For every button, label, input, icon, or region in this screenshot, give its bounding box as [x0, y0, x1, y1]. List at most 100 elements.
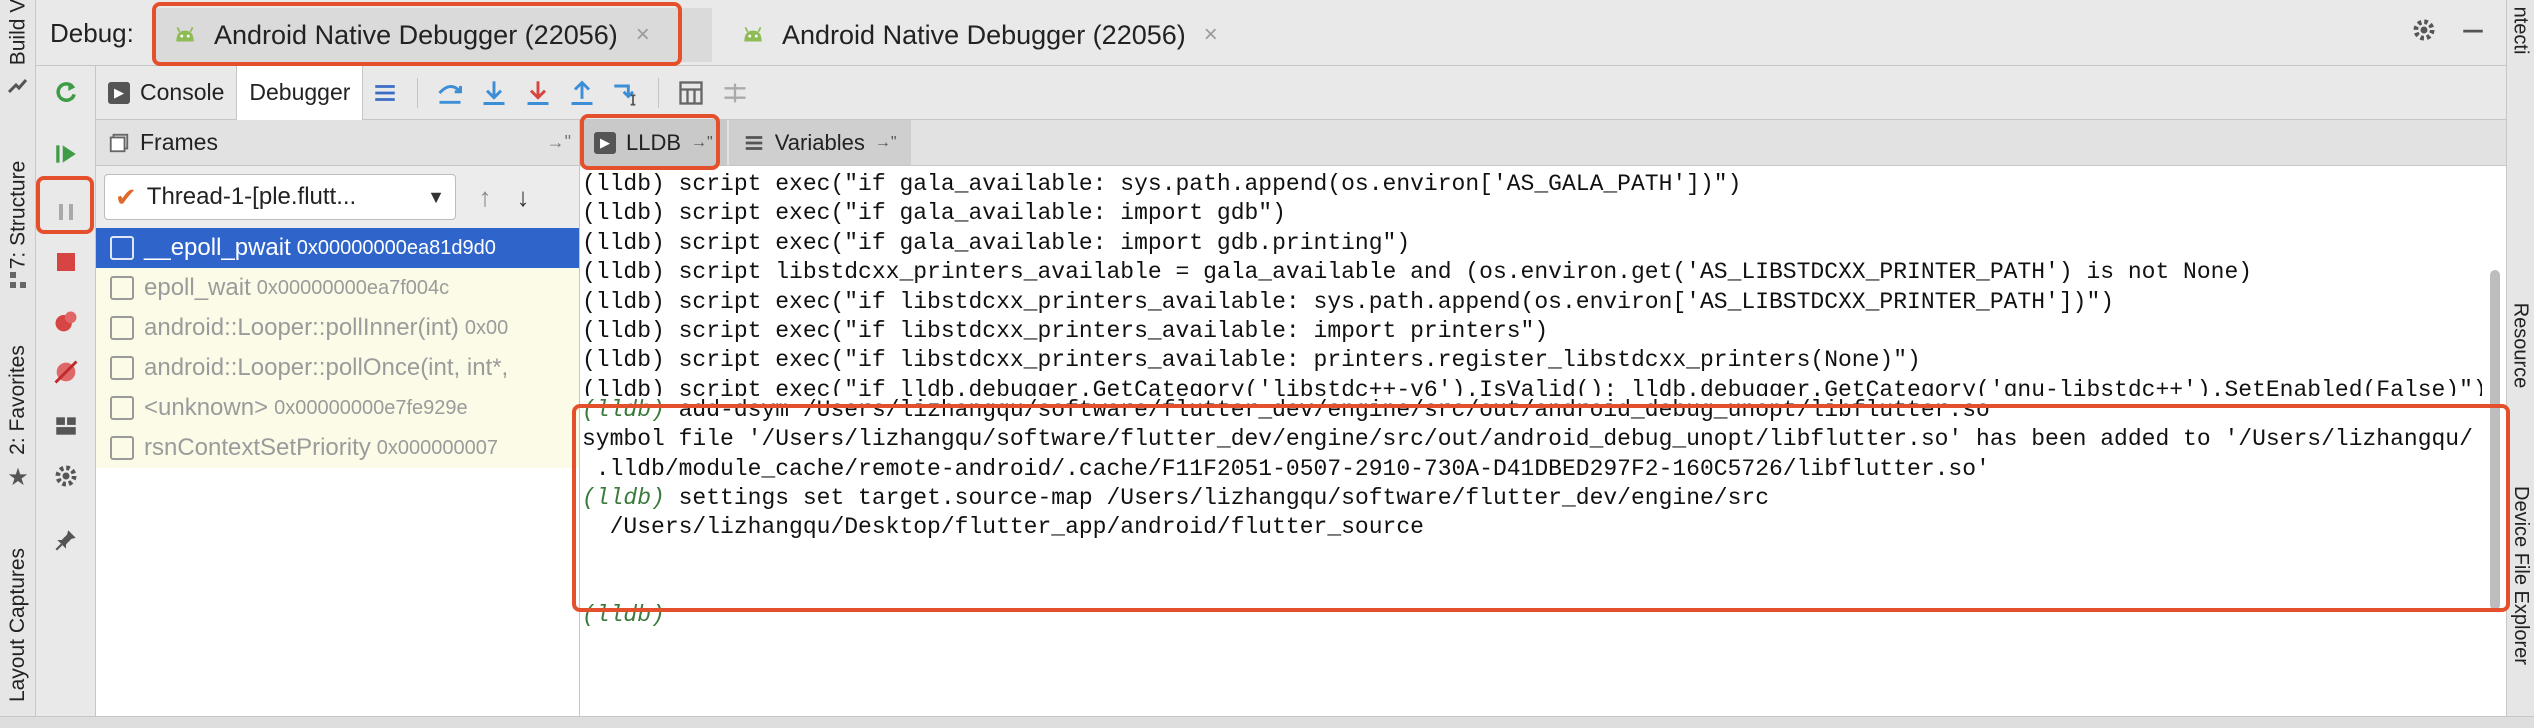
rerun-button[interactable]: [50, 76, 82, 108]
console-scrollbar[interactable]: [2490, 270, 2500, 610]
left-tool-strip: Build V 7: Structure 2: Favorites ★ Layo…: [0, 0, 36, 728]
tool-tab-device-file-explorer[interactable]: Device File Explorer: [2506, 440, 2534, 710]
force-step-into-button[interactable]: [516, 66, 560, 120]
run-to-cursor-button[interactable]: [604, 66, 648, 120]
trace-button[interactable]: [713, 66, 757, 120]
frame-up-button[interactable]: ↑: [466, 174, 504, 220]
view-breakpoints-button[interactable]: [50, 306, 82, 338]
session-tab-1[interactable]: Android Native Debugger (22056) ×: [154, 8, 712, 62]
console-line: /Users/lizhangqu/Desktop/flutter_app/and…: [582, 513, 2482, 542]
console-line: (lldb) script exec("if libstdcxx_printer…: [582, 288, 2482, 317]
tab-debugger-label: Debugger: [249, 79, 351, 105]
trace-icon: [724, 83, 746, 102]
step-into-icon: [483, 80, 505, 105]
tool-tab-favorites[interactable]: 2: Favorites: [0, 330, 36, 470]
bottom-status-strip: [0, 716, 2534, 728]
tool-tab-connection[interactable]: ntecti: [2506, 0, 2534, 60]
stop-icon: [57, 253, 75, 271]
frame-name: rsnContextSetPriority: [144, 434, 371, 461]
console-input-line[interactable]: (lldb): [582, 601, 2482, 630]
layout-button[interactable]: [50, 410, 82, 442]
tab-variables[interactable]: Variables →": [728, 120, 911, 165]
tool-tab-connection-label: ntecti: [2509, 6, 2532, 54]
pin-tab-icon[interactable]: →": [547, 132, 571, 153]
lldb-console-panel: ▶ LLDB →" Variables →" (lldb) script exe…: [580, 120, 2506, 716]
tool-tab-device-file-explorer-label: Device File Explorer: [2509, 485, 2532, 665]
frame-address: 0x00000000ea7f004c: [256, 276, 450, 299]
console-line-text: (lldb) script exec("if gala_available: s…: [582, 171, 1742, 197]
tab-lldb-label: LLDB: [626, 129, 682, 155]
tool-tab-build-label: Build V: [6, 0, 30, 66]
force-step-into-icon: [527, 80, 549, 105]
resume-button[interactable]: [50, 138, 82, 170]
frame-icon: [110, 356, 134, 380]
run-to-cursor-icon: [614, 84, 636, 106]
frames-list: __epoll_pwait 0x00000000ea81d9d0 epoll_w…: [96, 228, 579, 468]
tab-console[interactable]: ▶ Console: [96, 66, 236, 120]
console-icon: ▶: [594, 131, 616, 154]
debug-toolbar: [36, 66, 96, 716]
lldb-console-output[interactable]: (lldb) script exec("if gala_available: s…: [580, 170, 2482, 716]
tab-lldb[interactable]: ▶ LLDB →": [580, 120, 727, 165]
tool-tab-resource[interactable]: Resource: [2506, 290, 2534, 400]
frame-icon: [110, 276, 134, 300]
frame-address: 0x00000000e7fe929e: [274, 396, 468, 419]
frame-row[interactable]: <unknown> 0x00000000e7fe929e: [96, 388, 579, 428]
stop-button[interactable]: [50, 246, 82, 278]
console-line-text: (lldb) script libstdcxx_printers_availab…: [582, 259, 2253, 286]
tool-tab-layout-captures[interactable]: Layout Captures: [0, 530, 36, 720]
step-over-button[interactable]: [428, 66, 472, 120]
thread-selector[interactable]: ✔ Thread-1-[ple.flutt... ▼: [104, 174, 456, 220]
frames-panel: Frames →" ✔ Thread-1-[ple.flutt... ▼ ↑ ↓…: [96, 120, 580, 716]
frame-name: android::Looper::pollInner(int): [144, 314, 459, 341]
frame-address: 0x00000000ea81d9d0: [296, 236, 496, 259]
rerun-icon: [56, 82, 76, 102]
arrow-up-icon: ↑: [478, 181, 492, 212]
frame-row[interactable]: android::Looper::pollInner(int) 0x00: [96, 308, 579, 348]
tool-tab-build[interactable]: Build V: [0, 0, 36, 66]
gear-icon[interactable]: [2410, 16, 2438, 44]
console-line-text: (lldb) script exec("if gala_available: i…: [582, 229, 1411, 256]
frame-name: android::Looper::pollOnce(int, int*,: [144, 354, 509, 381]
lldb-prompt: (lldb): [582, 602, 665, 629]
thread-selector-value: Thread-1-[ple.flutt...: [146, 183, 357, 210]
tab-debugger[interactable]: Debugger: [236, 65, 364, 120]
mute-breakpoints-button[interactable]: [50, 356, 82, 388]
close-icon[interactable]: ×: [1204, 21, 1218, 49]
frame-row[interactable]: __epoll_pwait 0x00000000ea81d9d0: [96, 228, 579, 268]
pin-tab-icon[interactable]: →": [875, 134, 897, 152]
step-out-button[interactable]: [560, 66, 604, 120]
gear-icon: [55, 465, 77, 487]
pin-tab-icon[interactable]: →": [691, 134, 713, 152]
pin-button[interactable]: [50, 524, 82, 556]
console-line: (lldb) script exec("if lldb.debugger.Get…: [582, 376, 2482, 396]
chevron-down-icon: ▼: [427, 186, 445, 207]
step-over-icon: [438, 84, 463, 104]
build-icon[interactable]: [6, 74, 30, 98]
step-out-icon: [571, 79, 593, 105]
frame-row[interactable]: epoll_wait 0x00000000ea7f004c: [96, 268, 579, 308]
lldb-prompt: (lldb): [582, 484, 665, 511]
frame-name: epoll_wait: [144, 274, 251, 301]
frame-row[interactable]: rsnContextSetPriority 0x000000007: [96, 428, 579, 468]
step-into-button[interactable]: [472, 66, 516, 120]
tool-tab-layout-captures-label: Layout Captures: [6, 547, 30, 703]
frame-address: 0x00: [464, 316, 509, 339]
resume-icon: [56, 145, 76, 163]
menu-button[interactable]: [363, 66, 407, 120]
close-icon[interactable]: ×: [636, 21, 650, 49]
frame-name: <unknown>: [144, 394, 269, 421]
settings-button[interactable]: [50, 460, 82, 492]
minimize-icon[interactable]: [2460, 17, 2486, 43]
frame-down-button[interactable]: ↓: [504, 174, 542, 220]
console-tab-bar: ▶ LLDB →" Variables →": [580, 120, 2506, 166]
session-tab-2[interactable]: Android Native Debugger (22056) ×: [722, 8, 1282, 62]
frame-row[interactable]: android::Looper::pollOnce(int, int*,: [96, 348, 579, 388]
session-tab-1-title: Android Native Debugger (22056): [214, 19, 618, 50]
tool-tab-structure-label: 7: Structure: [6, 160, 29, 270]
tool-tab-favorites-label: 2: Favorites: [6, 345, 29, 455]
console-line: symbol file '/Users/lizhangqu/software/f…: [582, 425, 2482, 454]
pause-button[interactable]: [50, 196, 82, 228]
evaluate-expression-button[interactable]: [669, 66, 713, 120]
